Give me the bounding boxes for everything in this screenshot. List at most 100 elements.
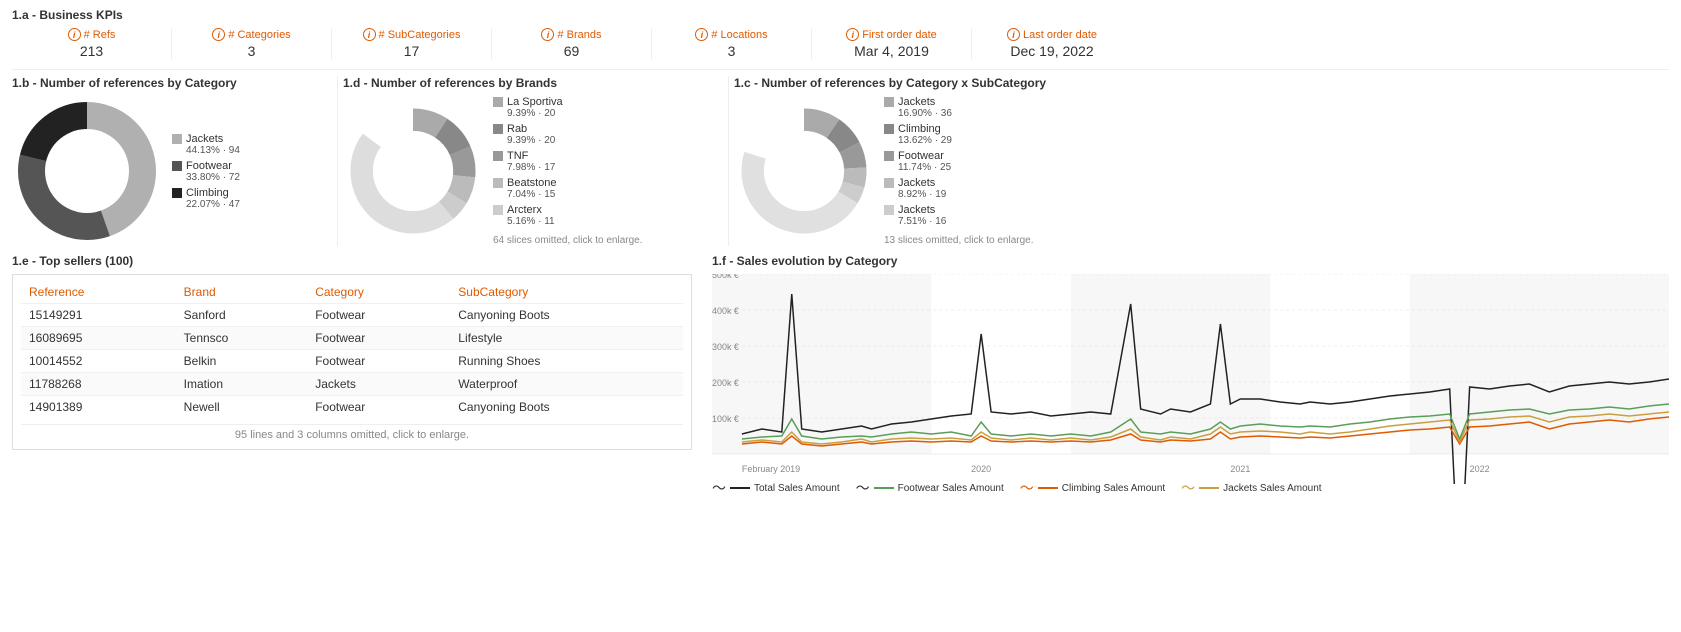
category-chart-title: 1.b - Number of references by Category (12, 76, 322, 90)
table-footer: 95 lines and 3 columns omitted, click to… (21, 424, 683, 441)
legend-color-cs2 (884, 124, 894, 134)
info-icon-4[interactable]: i (695, 28, 708, 41)
table-cell-4-0: 14901389 (21, 396, 176, 419)
svg-text:200k €: 200k € (712, 378, 739, 388)
kpi-label-text-3: # Brands (557, 29, 601, 41)
legend-sub-cs4: 8.92% · 19 (898, 189, 1034, 200)
legend-color-footwear (172, 161, 182, 171)
kpi-item-4: i # Locations 3 (652, 28, 812, 59)
legend-sub-jackets: 44.13% · 94 (186, 145, 240, 156)
kpi-section: 1.a - Business KPIs i # Refs 213 i # Cat… (12, 8, 1669, 59)
svg-text:500k €: 500k € (712, 274, 739, 280)
kpi-label-1: i # Categories (212, 28, 290, 41)
divider-v2 (728, 76, 729, 246)
table-row[interactable]: 11788268ImationJacketsWaterproof (21, 373, 683, 396)
table-cell-1-2: Footwear (307, 327, 450, 350)
kpi-label-text-4: # Locations (711, 29, 767, 41)
top-sellers-title: 1.e - Top sellers (100) (12, 254, 692, 268)
table-cell-4-3: Canyoning Boots (450, 396, 683, 419)
jackets-legend-label: Jackets Sales Amount (1223, 483, 1321, 494)
sales-chart-area: 500k € 400k € 300k € 200k € 100k € Febru… (712, 274, 1669, 474)
info-icon-6[interactable]: i (1007, 28, 1020, 41)
table-row[interactable]: 10014552BelkinFootwearRunning Shoes (21, 350, 683, 373)
brands-donut-svg (343, 96, 483, 246)
legend-item-tnf: TNF 7.98% · 17 (493, 150, 643, 173)
kpi-value-3: 69 (564, 43, 580, 59)
table-cell-2-2: Footwear (307, 350, 450, 373)
table-head: Reference Brand Category SubCategory (21, 283, 683, 304)
legend-sub-rab: 9.39% · 20 (507, 135, 643, 146)
legend-color-arcterx (493, 205, 503, 215)
legend-sub-cs5: 7.51% · 16 (898, 216, 1034, 227)
bottom-row: 1.e - Top sellers (100) Reference Brand … (12, 254, 1669, 498)
table-cell-4-2: Footwear (307, 396, 450, 419)
brands-chart-title: 1.d - Number of references by Brands (343, 76, 713, 90)
legend-sub-cs3: 11.74% · 25 (898, 162, 1034, 173)
table-cell-1-1: Tennsco (176, 327, 308, 350)
kpi-item-0: i # Refs 213 (12, 28, 172, 59)
table-cell-4-1: Newell (176, 396, 308, 419)
table-row[interactable]: 16089695TennscoFootwearLifestyle (21, 327, 683, 350)
catsubcat-donut-container: Jackets 16.90% · 36 Climbing 13.62% · 29 (734, 96, 1104, 246)
info-icon-3[interactable]: i (541, 28, 554, 41)
table-head-row: Reference Brand Category SubCategory (21, 283, 683, 304)
info-icon-0[interactable]: i (68, 28, 81, 41)
kpi-label-5: i First order date (846, 28, 937, 41)
climbing-legend-label: Climbing Sales Amount (1062, 483, 1165, 494)
legend-color-tnf (493, 151, 503, 161)
brands-legend: La Sportiva 9.39% · 20 Rab 9.39% · 20 (493, 96, 643, 246)
table-cell-0-2: Footwear (307, 304, 450, 327)
legend-item-rab: Rab 9.39% · 20 (493, 123, 643, 146)
info-icon-5[interactable]: i (846, 28, 859, 41)
kpi-label-6: i Last order date (1007, 28, 1097, 41)
legend-sub-cs1: 16.90% · 36 (898, 108, 1034, 119)
legend-label-cs2: Climbing (898, 123, 941, 135)
brands-omitted-label[interactable]: 64 slices omitted, click to enlarge. (493, 235, 643, 246)
brands-chart-section: 1.d - Number of references by Brands (343, 76, 723, 246)
legend-color-jackets (172, 134, 182, 144)
info-icon-1[interactable]: i (212, 28, 225, 41)
top-sellers-section: 1.e - Top sellers (100) Reference Brand … (12, 254, 692, 498)
top-sellers-table-wrapper: Reference Brand Category SubCategory 151… (12, 274, 692, 450)
kpi-label-2: i # SubCategories (363, 28, 461, 41)
footwear-legend-label: Footwear Sales Amount (898, 483, 1004, 494)
sales-chart-section: 1.f - Sales evolution by Category 500k € (702, 254, 1669, 498)
catsubcat-donut-svg (734, 96, 874, 246)
sales-chart-title: 1.f - Sales evolution by Category (712, 254, 1669, 268)
catsubcat-omitted-label[interactable]: 13 slices omitted, click to enlarge. (884, 235, 1034, 246)
kpi-label-text-2: # SubCategories (379, 29, 461, 41)
kpi-label-text-5: First order date (862, 29, 937, 41)
svg-text:400k €: 400k € (712, 306, 739, 316)
legend-label-cs3: Footwear (898, 150, 944, 162)
legend-label-climbing: Climbing (186, 187, 229, 199)
kpi-label-0: i # Refs (68, 28, 116, 41)
col-subcategory: SubCategory (450, 283, 683, 304)
table-cell-3-2: Jackets (307, 373, 450, 396)
total-legend-label: Total Sales Amount (754, 483, 840, 494)
legend-label-beatstone: Beatstone (507, 177, 557, 189)
kpi-label-text-1: # Categories (228, 29, 290, 41)
page-container: 1.a - Business KPIs i # Refs 213 i # Cat… (0, 0, 1681, 506)
divider (12, 69, 1669, 70)
col-brand: Brand (176, 283, 308, 304)
svg-text:300k €: 300k € (712, 342, 739, 352)
info-icon-2[interactable]: i (363, 28, 376, 41)
legend-item-climbing: Climbing 22.07% · 47 (172, 187, 240, 210)
table-cell-0-0: 15149291 (21, 304, 176, 327)
table-cell-2-1: Belkin (176, 350, 308, 373)
kpi-value-1: 3 (248, 43, 256, 59)
svg-text:2022: 2022 (1470, 464, 1490, 474)
legend-label-tnf: TNF (507, 150, 528, 162)
category-legend: Jackets 44.13% · 94 Footwear 33.80% · 72 (172, 133, 240, 210)
kpi-value-2: 17 (404, 43, 420, 59)
category-donut-container: Jackets 44.13% · 94 Footwear 33.80% · 72 (12, 96, 322, 246)
kpi-label-4: i # Locations (695, 28, 767, 41)
legend-label-arcterx: Arcterx (507, 204, 542, 216)
table-row[interactable]: 15149291SanfordFootwearCanyoning Boots (21, 304, 683, 327)
legend-color-cs4 (884, 178, 894, 188)
col-category: Category (307, 283, 450, 304)
legend-label-jackets: Jackets (186, 133, 223, 145)
table-row[interactable]: 14901389NewellFootwearCanyoning Boots (21, 396, 683, 419)
kpi-value-0: 213 (80, 43, 103, 59)
category-donut-svg (12, 96, 162, 246)
